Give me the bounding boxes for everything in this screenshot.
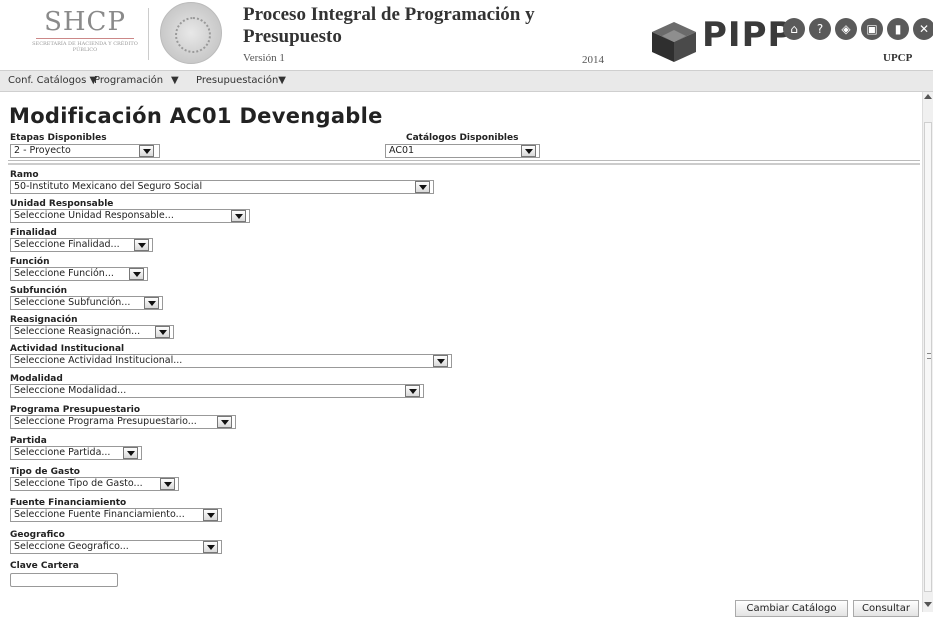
pipp-cube-icon [652, 22, 696, 62]
reasignacion-select[interactable]: Seleccione Reasignación... [10, 325, 174, 339]
unidad-responsable-value: Seleccione Unidad Responsable... [14, 210, 174, 221]
chevron-down-icon[interactable] [129, 268, 144, 280]
menu-programacion[interactable]: Programación [94, 75, 163, 86]
section-divider [8, 160, 920, 165]
scroll-down-icon[interactable] [924, 602, 932, 607]
page-title: Modificación AC01 Devengable [9, 104, 383, 128]
chevron-down-icon[interactable] [405, 385, 420, 397]
finalidad-value: Seleccione Finalidad... [14, 239, 120, 250]
finalidad-label: Finalidad [10, 228, 57, 238]
menu-presupuestacion[interactable]: Presupuestación▼ [196, 75, 286, 86]
etapas-value: 2 - Proyecto [14, 145, 71, 156]
main-menu: Conf. Catálogos ▼ Programación ▼ Presupu… [0, 70, 933, 92]
pipp-brand: PIPP [702, 15, 794, 55]
chevron-down-icon[interactable] [160, 478, 175, 490]
actividad-institucional-label: Actividad Institucional [10, 344, 125, 354]
clave-cartera-label: Clave Cartera [10, 561, 79, 571]
app-version: Versión 1 [243, 52, 285, 64]
programa-presupuestario-select[interactable]: Seleccione Programa Presupuestario... [10, 415, 236, 429]
ramo-value: 50-Instituto Mexicano del Seguro Social [14, 181, 203, 192]
chevron-down-icon[interactable] [231, 210, 246, 222]
geografico-label: Geografico [10, 530, 65, 540]
fiscal-year: 2014 [582, 54, 604, 66]
finalidad-select[interactable]: Seleccione Finalidad... [10, 238, 153, 252]
scroll-grip-icon [927, 353, 931, 359]
home-icon[interactable]: ⌂ [783, 18, 805, 40]
funcion-value: Seleccione Función... [14, 268, 114, 279]
modalidad-label: Modalidad [10, 374, 63, 384]
catalogos-label: Catálogos Disponibles [406, 133, 519, 143]
national-seal-icon [160, 2, 222, 64]
shcp-logo-text: SHCP [44, 7, 126, 37]
chevron-down-icon[interactable] [217, 416, 232, 428]
tipo-de-gasto-value: Seleccione Tipo de Gasto... [14, 478, 143, 489]
book-icon[interactable]: ▮ [887, 18, 909, 40]
cambiar-catalogo-button[interactable]: Cambiar Catálogo [735, 600, 848, 617]
header-divider [148, 8, 149, 60]
fuente-financiamiento-label: Fuente Financiamiento [10, 498, 127, 508]
vertical-scrollbar[interactable] [922, 92, 933, 612]
user-area: UPCP [883, 52, 913, 64]
chevron-down-icon[interactable] [521, 145, 536, 157]
layers-icon[interactable]: ◈ [835, 18, 857, 40]
partida-value: Seleccione Partida... [14, 447, 111, 458]
chevron-down-icon[interactable] [144, 297, 159, 309]
tipo-de-gasto-label: Tipo de Gasto [10, 467, 80, 477]
unidad-responsable-label: Unidad Responsable [10, 199, 114, 209]
app-title-line1: Proceso Integral de Programación y [243, 4, 535, 25]
chevron-down-icon[interactable] [134, 239, 149, 251]
etapas-label: Etapas Disponibles [10, 133, 107, 143]
geografico-value: Seleccione Geografico... [14, 541, 129, 552]
reasignacion-label: Reasignación [10, 315, 78, 325]
chevron-down-icon[interactable] [203, 541, 218, 553]
close-icon[interactable]: ✕ [913, 18, 933, 40]
fuente-financiamiento-select[interactable]: Seleccione Fuente Financiamiento... [10, 508, 222, 522]
modalidad-value: Seleccione Modalidad... [14, 385, 127, 396]
shcp-logo: SHCP SECRETARÍA DE HACIENDA Y CRÉDITO PÚ… [30, 8, 140, 60]
chevron-down-icon[interactable] [203, 509, 218, 521]
menu-conf-catalogos[interactable]: Conf. Catálogos ▼ [8, 75, 97, 86]
chevron-down-icon[interactable] [123, 447, 138, 459]
programa-presupuestario-value: Seleccione Programa Presupuestario... [14, 416, 197, 427]
chevron-down-icon[interactable] [155, 326, 170, 338]
geografico-select[interactable]: Seleccione Geografico... [10, 540, 222, 554]
scroll-thumb[interactable] [924, 122, 932, 592]
tipo-de-gasto-select[interactable]: Seleccione Tipo de Gasto... [10, 477, 179, 491]
shcp-logo-subtitle: SECRETARÍA DE HACIENDA Y CRÉDITO PÚBLICO [32, 41, 138, 53]
programa-presupuestario-label: Programa Presupuestario [10, 405, 141, 415]
logo-divider [36, 38, 134, 39]
consultar-button[interactable]: Consultar [853, 600, 919, 617]
window-icon[interactable]: ▣ [861, 18, 883, 40]
catalogos-value: AC01 [389, 145, 415, 156]
clave-cartera-input[interactable] [10, 573, 118, 587]
chevron-down-icon[interactable] [433, 355, 448, 367]
subfuncion-value: Seleccione Subfunción... [14, 297, 131, 308]
menu-programacion-arrow[interactable]: ▼ [171, 75, 179, 86]
unidad-responsable-select[interactable]: Seleccione Unidad Responsable... [10, 209, 250, 223]
main-content: Modificación AC01 Devengable Etapas Disp… [0, 92, 922, 617]
subfuncion-select[interactable]: Seleccione Subfunción... [10, 296, 163, 310]
ramo-select[interactable]: 50-Instituto Mexicano del Seguro Social [10, 180, 434, 194]
subfuncion-label: Subfunción [10, 286, 68, 296]
chevron-down-icon[interactable] [415, 181, 430, 193]
funcion-select[interactable]: Seleccione Función... [10, 267, 148, 281]
actividad-institucional-select[interactable]: Seleccione Actividad Institucional... [10, 354, 452, 368]
funcion-label: Función [10, 257, 50, 267]
reasignacion-value: Seleccione Reasignación... [14, 326, 141, 337]
catalogos-select[interactable]: AC01 [385, 144, 540, 158]
scroll-up-icon[interactable] [924, 94, 932, 99]
partida-label: Partida [10, 436, 47, 446]
actividad-institucional-value: Seleccione Actividad Institucional... [14, 355, 183, 366]
app-title: Proceso Integral de Programación y Presu… [243, 4, 573, 48]
etapas-select[interactable]: 2 - Proyecto [10, 144, 160, 158]
modalidad-select[interactable]: Seleccione Modalidad... [10, 384, 424, 398]
app-title-line2: Presupuesto [243, 26, 342, 47]
app-header: SHCP SECRETARÍA DE HACIENDA Y CRÉDITO PÚ… [0, 0, 933, 68]
partida-select[interactable]: Seleccione Partida... [10, 446, 142, 460]
chevron-down-icon[interactable] [139, 145, 154, 157]
fuente-financiamiento-value: Seleccione Fuente Financiamiento... [14, 509, 185, 520]
help-icon[interactable]: ? [809, 18, 831, 40]
ramo-label: Ramo [10, 170, 39, 180]
